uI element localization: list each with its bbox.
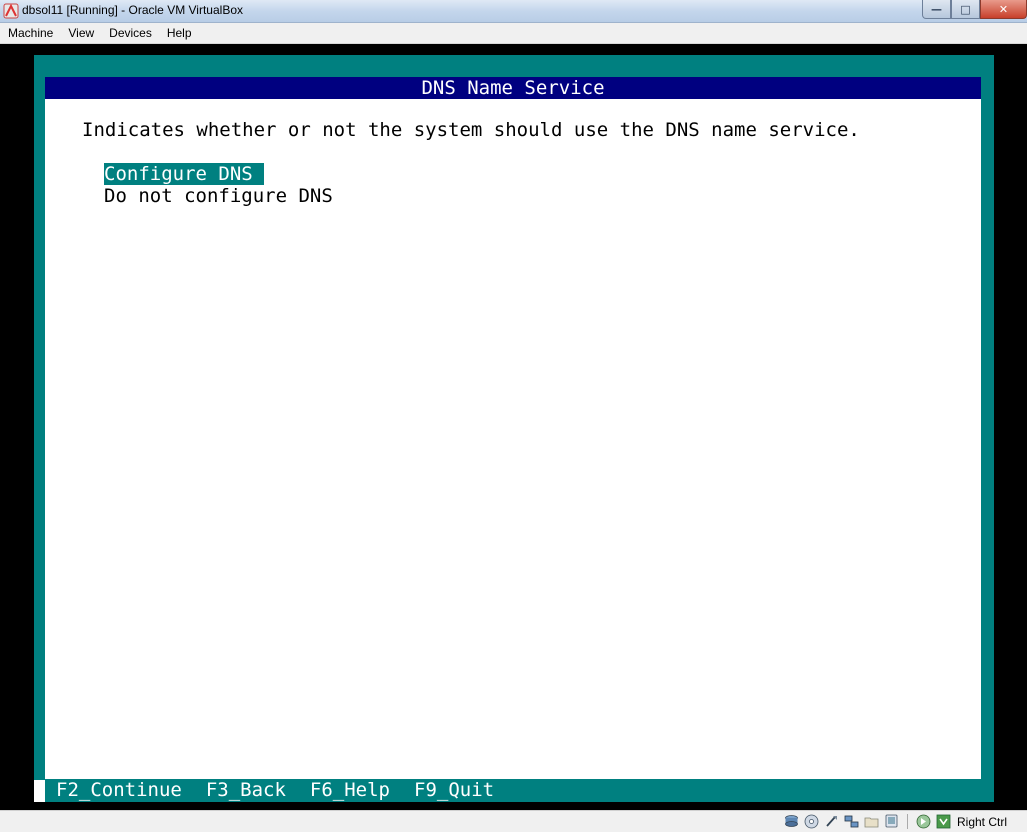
installer-dialog: DNS Name Service Indicates whether or no…: [45, 77, 981, 779]
f9-quit-key[interactable]: F9_Quit: [414, 779, 494, 801]
option-do-not-configure-dns[interactable]: Do not configure DNS: [104, 185, 333, 207]
status-separator: [906, 814, 908, 829]
menu-view[interactable]: View: [60, 24, 101, 42]
usb-icon[interactable]: [824, 814, 839, 829]
mouse-integration-icon[interactable]: [916, 814, 931, 829]
maximize-button[interactable]: □: [951, 0, 980, 19]
minimize-icon: —: [931, 2, 942, 16]
virtualbox-app-icon: [3, 3, 19, 19]
network-icon[interactable]: [844, 814, 859, 829]
display-icon[interactable]: [884, 814, 899, 829]
menu-machine[interactable]: Machine: [0, 24, 60, 42]
installer-frame: DNS Name Service Indicates whether or no…: [34, 55, 994, 802]
vm-display[interactable]: DNS Name Service Indicates whether or no…: [0, 44, 1027, 810]
host-key-icon: [936, 814, 951, 829]
optical-drive-icon[interactable]: [804, 814, 819, 829]
option-configure-dns[interactable]: Configure DNS: [104, 163, 264, 185]
close-icon: ✕: [998, 2, 1009, 16]
dialog-description: Indicates whether or not the system shou…: [82, 119, 860, 141]
f2-continue-key[interactable]: F2_Continue: [56, 779, 182, 801]
maximize-icon: □: [960, 2, 971, 16]
status-bar: Right Ctrl: [0, 810, 1027, 832]
shared-folders-icon[interactable]: [864, 814, 879, 829]
menu-help[interactable]: Help: [159, 24, 199, 42]
f6-help-key[interactable]: F6_Help: [310, 779, 390, 801]
minimize-button[interactable]: —: [922, 0, 951, 19]
window-title-bar[interactable]: dbsol11 [Running] - Oracle VM VirtualBox…: [0, 0, 1027, 23]
dns-option-list: Configure DNS Do not configure DNS: [104, 163, 333, 207]
window-title: dbsol11 [Running] - Oracle VM VirtualBox: [22, 3, 243, 17]
menu-devices[interactable]: Devices: [101, 24, 159, 42]
function-key-bar: F2_Continue F3_Back F6_Help F9_Quit: [34, 779, 994, 802]
dialog-title: DNS Name Service: [45, 77, 981, 99]
hard-disk-icon[interactable]: [784, 814, 799, 829]
menu-bar: Machine View Devices Help: [0, 23, 1027, 44]
terminal-cursor: [34, 780, 45, 802]
f3-back-key[interactable]: F3_Back: [206, 779, 286, 801]
close-button[interactable]: ✕: [980, 0, 1027, 19]
host-key-label: Right Ctrl: [956, 814, 1007, 829]
